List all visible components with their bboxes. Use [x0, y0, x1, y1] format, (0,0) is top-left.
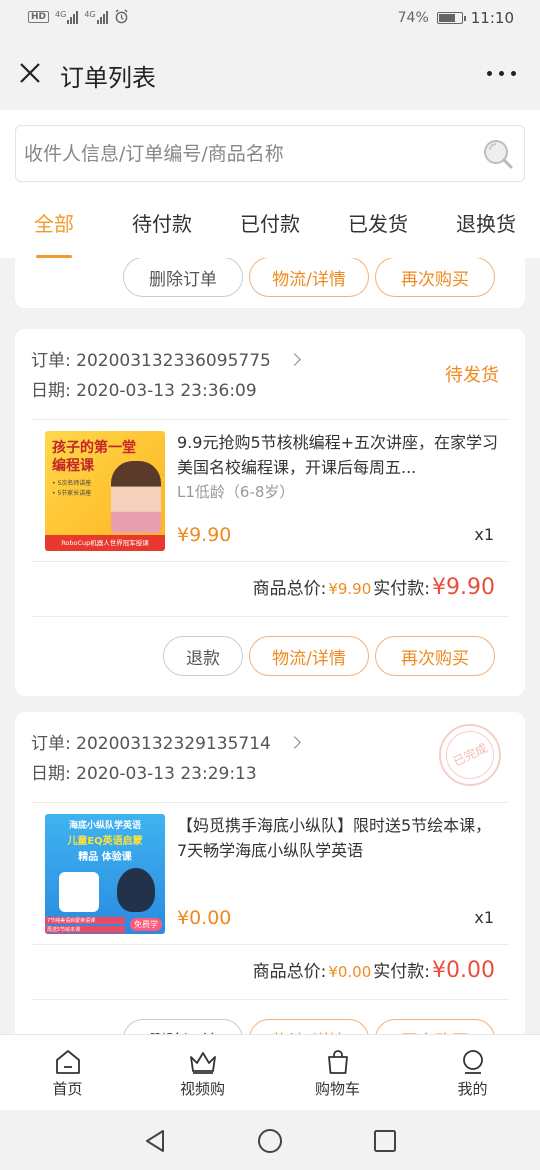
recents-square-icon[interactable]	[372, 1128, 398, 1154]
tab-paid[interactable]: 已付款	[216, 196, 324, 258]
divider	[31, 616, 509, 617]
divider	[31, 999, 509, 1000]
shopping-bag-icon	[327, 1050, 348, 1074]
refund-button[interactable]: 退款	[163, 636, 243, 676]
order-date: 2020-03-13 23:36:09	[76, 381, 257, 401]
order-card: 订单: 202003132329135714 日期: 2020-03-13 23…	[15, 712, 525, 1034]
nav-video-shop[interactable]: 视频购	[135, 1035, 270, 1110]
page-title: 订单列表	[60, 64, 156, 92]
tab-all[interactable]: 全部	[0, 196, 108, 258]
order-card: 删除订单 物流/详情 再次购买	[15, 258, 525, 308]
paid-amount: ¥9.90	[432, 575, 495, 600]
chevron-right-icon	[288, 353, 302, 366]
product-price: ¥0.00	[177, 907, 232, 929]
search-section	[0, 110, 540, 196]
buy-again-button[interactable]: 再次购买	[375, 636, 495, 676]
order-number-row[interactable]: 订单: 202003132329135714	[31, 729, 302, 754]
divider	[31, 944, 509, 945]
hd-icon: HD	[28, 10, 50, 23]
tab-returns[interactable]: 退换货	[432, 196, 540, 258]
buy-again-button[interactable]: 再次购买	[375, 1019, 495, 1034]
nav-cart[interactable]: 购物车	[270, 1035, 405, 1110]
search-icon[interactable]	[482, 138, 514, 170]
product-quantity: x1	[474, 525, 494, 544]
product-quantity: x1	[474, 908, 494, 927]
goods-total: ¥0.00	[328, 963, 372, 981]
logistics-details-button[interactable]: 物流/详情	[249, 636, 369, 676]
order-date-row: 日期: 2020-03-13 23:29:13	[31, 764, 257, 784]
alarm-icon	[115, 9, 128, 24]
delete-order-button[interactable]: 删除订单	[123, 1019, 243, 1034]
order-actions: 删除订单 物流/详情 再次购买	[123, 1019, 495, 1034]
divider	[31, 802, 509, 803]
child-photo	[111, 461, 161, 533]
order-actions: 删除订单 物流/详情 再次购买	[123, 258, 495, 297]
product-price: ¥9.90	[177, 524, 232, 546]
order-actions: 退款 物流/详情 再次购买	[163, 636, 495, 676]
order-date-row: 日期: 2020-03-13 23:36:09	[31, 381, 257, 401]
character-illustration	[59, 872, 99, 912]
system-navigation-bar	[0, 1110, 540, 1170]
order-totals: 商品总价: ¥0.00 实付款: ¥0.00	[252, 958, 495, 983]
more-options-icon[interactable]	[487, 71, 516, 76]
goods-total: ¥9.90	[328, 580, 372, 598]
battery-icon	[436, 12, 466, 24]
tab-pending-payment[interactable]: 待付款	[108, 196, 216, 258]
order-date: 2020-03-13 23:29:13	[76, 764, 257, 784]
product-thumbnail[interactable]: 孩子的第一堂 编程课 • 5次名师讲座 • 5节家长讲座 RoboCup机器人世…	[45, 431, 165, 551]
order-totals: 商品总价: ¥9.90 实付款: ¥9.90	[252, 575, 495, 600]
tab-shipped[interactable]: 已发货	[324, 196, 432, 258]
clock: 11:10	[470, 9, 514, 27]
home-circle-icon[interactable]	[257, 1128, 283, 1154]
signal-4g-icon: 4G	[55, 10, 79, 24]
buy-again-button[interactable]: 再次购买	[375, 258, 495, 297]
search-input[interactable]	[24, 136, 474, 172]
penguin-illustration	[117, 868, 155, 912]
logistics-details-button[interactable]: 物流/详情	[249, 258, 369, 297]
logistics-details-button[interactable]: 物流/详情	[249, 1019, 369, 1034]
signal-4g-icon: 4G	[84, 10, 108, 24]
paid-amount: ¥0.00	[432, 958, 495, 983]
product-spec: L1低龄（6-8岁）	[177, 483, 295, 501]
crown-icon	[189, 1052, 216, 1074]
title-bar: 订单列表	[0, 36, 540, 110]
order-number: 202003132329135714	[76, 734, 271, 754]
status-bar: HD 4G 4G 74% 11:10	[0, 0, 540, 36]
product-name[interactable]: 9.9元抢购5节核桃编程+五次讲座，在家学习美国名校编程课，开课后每周五...	[177, 430, 499, 480]
product-name[interactable]: 【妈觅携手海底小纵队】限时送5节绘本课，7天畅学海底小纵队学英语	[177, 813, 499, 863]
profile-icon	[462, 1050, 483, 1074]
product-thumbnail[interactable]: 海底小纵队学英语 儿童EQ英语启蒙 精品 体验课 7节纯美语启蒙英语课 再送5节…	[45, 814, 165, 934]
order-list[interactable]: 删除订单 物流/详情 再次购买 订单: 202003132336095775 日…	[0, 258, 540, 1034]
battery-percent: 74%	[397, 10, 429, 26]
divider	[31, 561, 509, 562]
divider	[31, 419, 509, 420]
search-box	[15, 125, 525, 182]
chevron-right-icon	[288, 736, 302, 749]
bottom-nav: 首页 视频购 购物车 我的	[0, 1034, 540, 1110]
order-number: 202003132336095775	[76, 351, 271, 371]
order-status: 待发货	[445, 365, 499, 386]
order-tabs: 全部 待付款 已付款 已发货 退换货	[0, 196, 540, 258]
completed-stamp: 已完成	[439, 724, 501, 786]
order-number-row[interactable]: 订单: 202003132336095775	[31, 346, 302, 371]
back-triangle-icon[interactable]	[142, 1128, 168, 1154]
order-card: 订单: 202003132336095775 日期: 2020-03-13 23…	[15, 329, 525, 696]
close-icon[interactable]	[18, 61, 42, 85]
delete-order-button[interactable]: 删除订单	[123, 258, 243, 297]
nav-home[interactable]: 首页	[0, 1035, 135, 1110]
nav-profile[interactable]: 我的	[405, 1035, 540, 1110]
home-icon	[55, 1050, 80, 1074]
